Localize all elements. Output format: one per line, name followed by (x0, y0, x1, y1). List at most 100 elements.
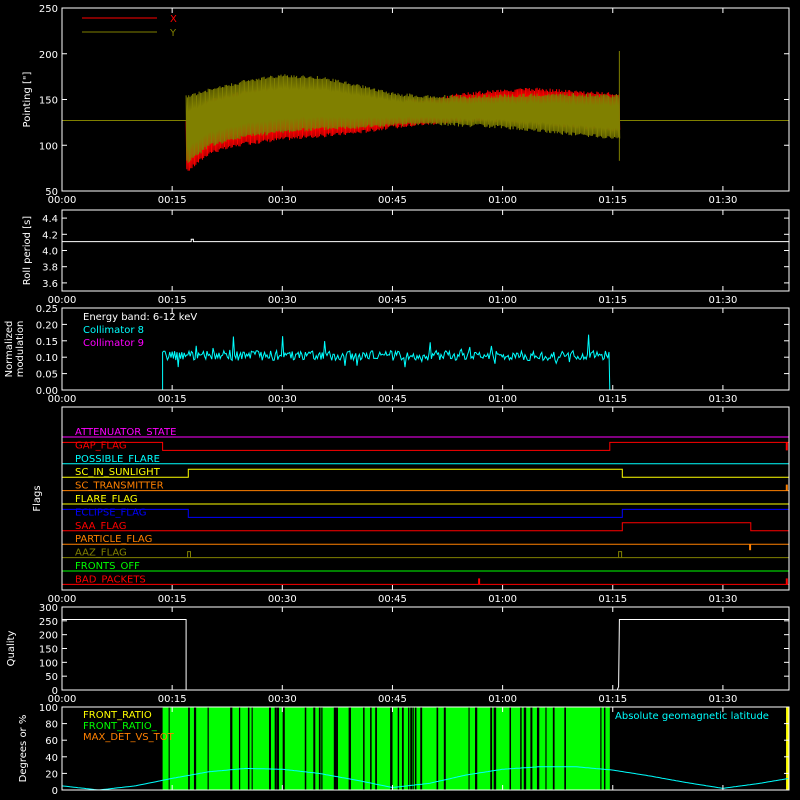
y-tick-label: 3.8 (42, 263, 58, 274)
roll-period-line (62, 238, 789, 243)
flag-line-sc_in_sunlight (62, 468, 789, 478)
y-tick-label: 250 (39, 4, 58, 15)
y-tick-label: 0.15 (36, 337, 58, 348)
front-ratio-gap (412, 707, 414, 790)
front-ratio-gap (193, 707, 197, 790)
front-ratio-gap (269, 707, 271, 790)
x-tick-label: 00:15 (158, 295, 187, 306)
y-tick-label: 0 (52, 686, 58, 697)
flag-label-sc_transmitter: SC_TRANSMITTER (75, 481, 164, 492)
y-tick-label: 150 (39, 96, 58, 107)
collimator-8-line (162, 334, 611, 391)
front-ratio-gap (390, 707, 393, 790)
front-ratio-gap (509, 707, 512, 790)
y-tick-label: 250 (39, 617, 58, 628)
x-tick-label: 00:30 (268, 394, 297, 405)
front-ratio-gap (545, 707, 547, 790)
x-tick-label: 00:30 (268, 694, 297, 705)
x-tick-label: 01:15 (598, 295, 627, 306)
y-tick-label: 100 (39, 658, 58, 669)
flag-line-eclipse_flag (62, 508, 789, 518)
x-tick-label: 01:00 (488, 394, 517, 405)
flag-line-saa_flag (62, 522, 789, 532)
y-tick-label: 0.10 (36, 353, 58, 364)
energy-band-annotation: Energy band: 6-12 keV (83, 312, 197, 323)
flag-label-attenuator_state: ATTENUATOR_STATE (75, 427, 176, 438)
aaz-flag-pulse (187, 551, 191, 558)
x-tick-label: 01:30 (708, 594, 737, 605)
x-tick-label: 00:15 (158, 394, 187, 405)
x-tick-label: 00:15 (158, 594, 187, 605)
x-tick-label: 00:45 (378, 694, 407, 705)
y-tick-label: 4.0 (42, 247, 58, 258)
x-tick-label: 00:15 (158, 195, 187, 206)
y-tick-label: 150 (39, 645, 58, 656)
telemetry-plot: 00:00 00:15 00:30 00:45 01:00 01:15 01:3050100… (4, 4, 790, 797)
x-tick-label: 01:30 (708, 295, 737, 306)
front-ratio-gap (274, 707, 277, 790)
front-ratio-gap (188, 707, 190, 790)
front-ratio-gap (230, 707, 233, 790)
front-ratio-gap (420, 707, 423, 790)
x-tick-label: 01:00 (488, 594, 517, 605)
flag-label-possible_flare: POSSIBLE_FLARE (75, 454, 160, 465)
flag-label-bad_packets: BAD_PACKETS (75, 574, 146, 585)
y-tick-label: 100 (39, 703, 58, 714)
y-tick-label: 300 (39, 603, 58, 614)
front-ratio-gap (276, 707, 280, 790)
x-tick-label: 01:00 (488, 295, 517, 306)
front-ratio-gap (520, 707, 522, 790)
front-ratio-gap (475, 707, 478, 790)
x-tick-label: 00:45 (378, 295, 407, 306)
legend-label-collimator: Collimator 8 (83, 325, 144, 336)
x-tick-label: 00:30 (268, 594, 297, 605)
front-ratio-gap (603, 707, 606, 790)
front-ratio-gap (348, 707, 351, 790)
legend-label-collimator: Collimator 9 (83, 338, 144, 349)
front-ratio-gap (375, 707, 377, 790)
front-ratio-gap (536, 707, 540, 790)
front-ratio-gap (414, 707, 417, 790)
y-tick-label: 50 (45, 187, 58, 198)
front-ratio-gap (564, 707, 566, 790)
x-tick-label: 00:30 (268, 195, 297, 206)
flag-line-gap_flag (62, 441, 789, 451)
y-tick-label: 50 (45, 672, 58, 683)
front-ratio-gap (313, 707, 316, 790)
x-tick-label: 00:45 (378, 195, 407, 206)
front-ratio-gap (468, 707, 470, 790)
latitude-annotation: Absolute geomagnetic latitude (615, 711, 769, 722)
front-ratio-gap (168, 707, 170, 790)
legend-label-front-ratio: FRONT_RATIO_ (83, 721, 158, 732)
front-ratio-gap (523, 707, 527, 790)
y-tick-label: 60 (45, 736, 58, 747)
x-tick-label: 01:15 (598, 394, 627, 405)
aaz-flag-pulse (618, 551, 623, 558)
front-ratio-gap (401, 707, 404, 790)
y-tick-label: 0.00 (36, 386, 58, 397)
front-ratio-gap (408, 707, 410, 790)
front-ratio-gap (336, 707, 338, 790)
front-ratio-gap (493, 707, 497, 790)
roll-panel-frame (61, 209, 790, 292)
y-tick-label: 40 (45, 753, 58, 764)
front-ratio-gap (251, 707, 253, 790)
y-tick-label: 0.05 (36, 370, 58, 381)
x-tick-label: 01:00 (488, 195, 517, 206)
y-tick-label: 0.25 (36, 304, 58, 315)
y-tick-label: 200 (39, 50, 58, 61)
y-axis-label: Pointing ["] (22, 71, 33, 127)
x-tick-label: 01:30 (708, 195, 737, 206)
y-tick-label: 80 (45, 720, 58, 731)
y-tick-label: 4.2 (42, 230, 58, 241)
y-axis-label: Normalized (4, 321, 15, 378)
front-ratio-gap (318, 707, 321, 790)
flag-label-particle_flag: PARTICLE_FLAG (75, 534, 152, 545)
x-tick-label: 01:15 (598, 694, 627, 705)
x-tick-label: 00:15 (158, 694, 187, 705)
y-axis-label: Quality (6, 631, 17, 667)
x-tick-label: 01:15 (598, 594, 627, 605)
flag-label-aaz_flag: AAZ_FLAG (75, 548, 127, 559)
x-tick-label: 01:15 (598, 195, 627, 206)
front-ratio-gap (370, 707, 372, 790)
